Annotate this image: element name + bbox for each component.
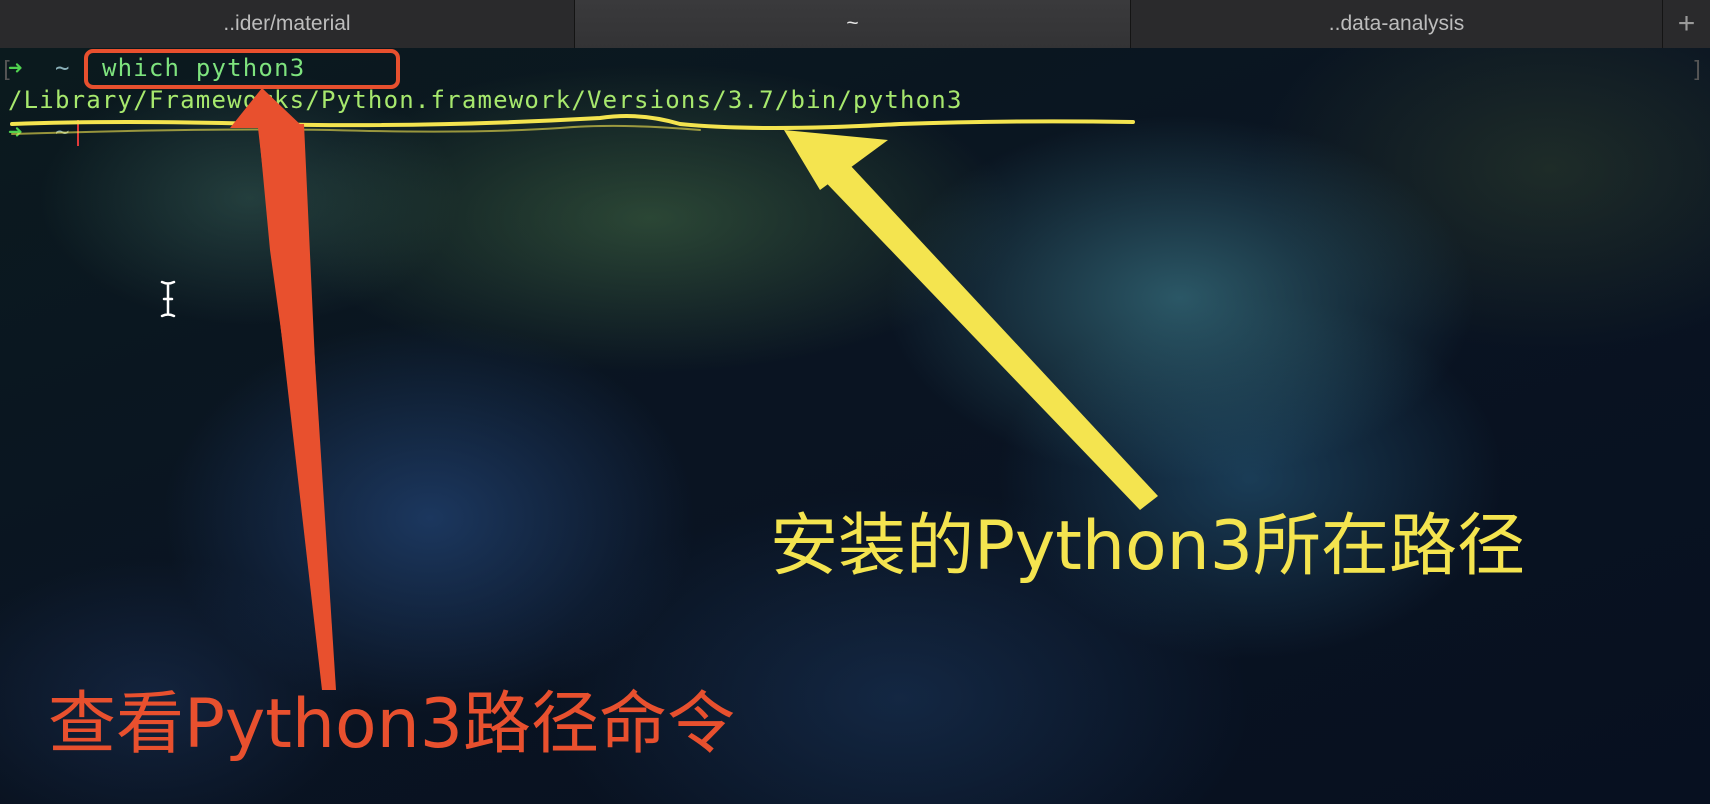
plus-icon: + bbox=[1677, 7, 1696, 40]
tab-label: ..ider/material bbox=[223, 12, 351, 35]
tab-data-analysis[interactable]: ..data-analysis bbox=[1131, 0, 1663, 48]
terminal-window: ..ider/material ~ ..data-analysis + [ ] … bbox=[0, 0, 1710, 804]
new-tab-button[interactable]: + bbox=[1663, 0, 1710, 48]
command-output: /Library/Frameworks/Python.framework/Ver… bbox=[8, 86, 963, 114]
tab-label: ~ bbox=[846, 12, 859, 35]
command-annotation: 查看Python3路径命令 bbox=[48, 685, 735, 764]
cwd-label: ~ bbox=[54, 118, 71, 146]
command-text: which python3 bbox=[101, 54, 306, 82]
tab-bar: ..ider/material ~ ..data-analysis + bbox=[0, 0, 1710, 48]
output-line: /Library/Frameworks/Python.framework/Ver… bbox=[8, 86, 963, 114]
path-annotation: 安装的Python3所在路径 bbox=[770, 507, 1525, 586]
cwd-label: ~ bbox=[54, 54, 71, 82]
prompt-arrow-icon: ➜ bbox=[8, 54, 24, 82]
text-cursor bbox=[76, 120, 79, 146]
prompt-line: ➜ ~ which python3 bbox=[8, 54, 305, 82]
ibeam-cursor-icon bbox=[160, 280, 176, 318]
bracket-decoration: ] bbox=[1690, 58, 1704, 83]
tab-material[interactable]: ..ider/material bbox=[0, 0, 575, 48]
prompt-line: ➜ ~ bbox=[8, 118, 79, 146]
tab-label: ..data-analysis bbox=[1328, 12, 1465, 35]
tab-home[interactable]: ~ bbox=[575, 0, 1131, 48]
prompt-arrow-icon: ➜ bbox=[8, 118, 24, 146]
